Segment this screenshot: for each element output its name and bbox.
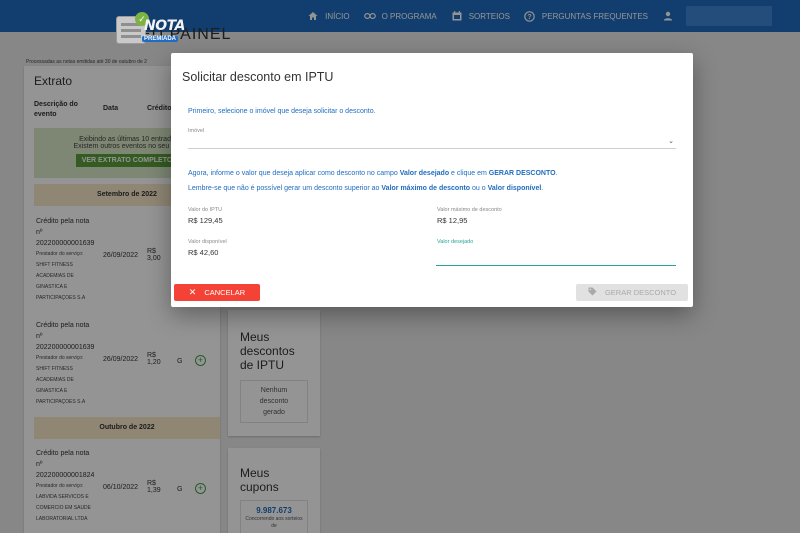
step2-text: Agora, informe o valor que deseja aplica… xyxy=(188,170,400,177)
step3-text: . xyxy=(541,185,544,192)
step3-emph-maximo: Valor máximo de desconto xyxy=(381,185,471,192)
cancel-button[interactable]: ✕ CANCELAR xyxy=(174,284,260,301)
close-icon: ✕ xyxy=(188,287,197,297)
available-value-label: Valor disponível xyxy=(188,239,227,245)
cancel-button-label: CANCELAR xyxy=(204,288,246,297)
step3-emph-disponivel: Valor disponível xyxy=(487,185,542,192)
generate-discount-button[interactable]: GERAR DESCONTO xyxy=(576,284,688,301)
step2-emph-gerar: GERAR DESCONTO xyxy=(488,170,556,177)
instruction-step-2: Agora, informe o valor que deseja aplica… xyxy=(188,170,558,177)
tag-icon xyxy=(588,287,597,298)
step3-text: ou o xyxy=(470,185,488,192)
desired-value-input[interactable] xyxy=(436,250,676,266)
iptu-value-label: Valor do IPTU xyxy=(188,207,223,213)
imovel-select[interactable]: ⌄ xyxy=(188,133,676,149)
chevron-down-icon: ⌄ xyxy=(668,138,674,145)
available-value: R$ 42,60 xyxy=(188,248,219,257)
max-discount-value: R$ 12,95 xyxy=(437,216,468,225)
nota-premiada-logo[interactable]: ✓ NOTA PREMIADA xyxy=(116,12,186,48)
iptu-discount-dialog: Solicitar desconto em IPTU Primeiro, sel… xyxy=(171,53,693,307)
instruction-step-1: Primeiro, selecione o imóvel que deseja … xyxy=(188,108,376,115)
max-discount-label: Valor máximo de desconto xyxy=(437,207,502,213)
step2-text: e clique em xyxy=(449,170,489,177)
logo-sub: PREMIADA xyxy=(142,36,179,42)
desired-value-label: Valor desejado xyxy=(437,239,474,245)
step3-text: Lembre-se que não é possível gerar um de… xyxy=(188,185,382,192)
generate-discount-label: GERAR DESCONTO xyxy=(604,288,677,297)
logo-word: NOTA xyxy=(144,18,185,34)
dialog-title: Solicitar desconto em IPTU xyxy=(182,70,334,84)
step2-text: . xyxy=(555,170,558,177)
step2-emph-valor-desejado: Valor desejado xyxy=(399,170,450,177)
instruction-step-3: Lembre-se que não é possível gerar um de… xyxy=(188,185,543,192)
iptu-value: R$ 129,45 xyxy=(188,216,223,225)
